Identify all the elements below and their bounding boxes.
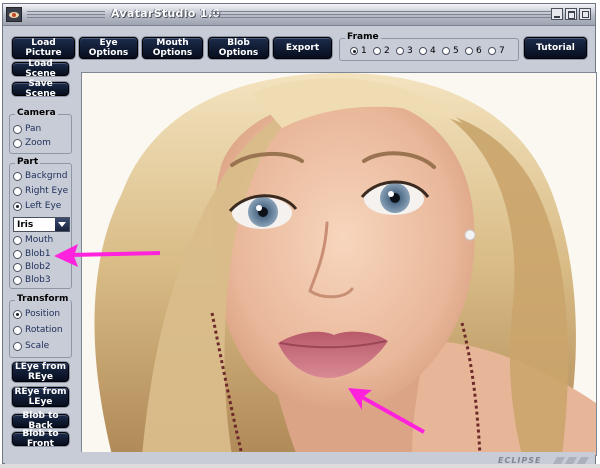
radio-button-icon[interactable] [373,47,381,55]
load-picture-button[interactable]: Load Picture [12,37,75,59]
export-button[interactable]: Export [273,37,332,59]
radio-button-icon[interactable] [13,186,22,196]
window-title: AvatarStudio 1.0 [111,7,221,20]
image-canvas[interactable] [81,72,597,456]
camera-pan-radio[interactable]: Pan [13,124,41,134]
radio-label: Rotation [25,325,63,335]
radio-button-icon[interactable] [13,262,22,272]
frame-group-title: Frame [345,32,381,42]
background-strip [0,464,600,468]
radio-button-icon[interactable] [419,47,427,55]
radio-button-icon[interactable] [350,47,358,55]
part-mouth-radio[interactable]: Mouth [13,235,53,245]
blob-to-back-button[interactable]: Blob to Back [12,411,69,431]
radio-label: Blob2 [25,262,51,272]
part-right-eye-radio[interactable]: Right Eye [13,186,68,196]
radio-label: Backgrnd [25,171,68,181]
part-blob3-radio[interactable]: Blob3 [13,275,51,285]
restore-button[interactable] [579,8,591,20]
camera-zoom-radio[interactable]: Zoom [13,138,51,148]
radio-label: Blob3 [25,275,51,285]
frame-radio-4[interactable]: 4 [419,46,436,56]
radio-button-icon[interactable] [13,124,22,134]
frame-radio-7[interactable]: 7 [488,46,505,56]
mouth-options-button[interactable]: Mouth Options [142,37,203,59]
title-bar-grip [27,11,105,18]
radio-button-icon[interactable] [396,47,404,55]
radio-label: Blob1 [25,249,51,259]
radio-button-icon[interactable] [13,341,22,351]
frame-radio-1[interactable]: 1 [350,46,367,56]
radio-label: Left Eye [25,201,62,211]
frame-group: Frame 1 2 3 4 5 6 7 [339,32,519,61]
eye-part-dropdown[interactable]: Iris [13,217,70,232]
transform-scale-radio[interactable]: Scale [13,341,49,351]
chevron-down-icon[interactable] [55,218,69,231]
radio-label: Position [25,309,61,319]
radio-button-icon[interactable] [13,275,22,285]
radio-button-icon[interactable] [13,235,22,245]
radio-label: 2 [384,46,390,56]
radio-button-icon[interactable] [13,325,22,335]
part-blob1-radio[interactable]: Blob1 [13,249,51,259]
radio-label: 3 [407,46,413,56]
portrait-image [82,73,596,455]
radio-label: 1 [361,46,367,56]
minimize-button[interactable] [551,8,563,20]
transform-rotation-radio[interactable]: Rotation [13,325,63,335]
radio-button-icon[interactable] [13,138,22,148]
camera-group: Camera [9,108,72,154]
frame-radio-3[interactable]: 3 [396,46,413,56]
radio-label: Zoom [25,138,51,148]
radio-label: 5 [453,46,459,56]
radio-label: 7 [499,46,505,56]
frame-radio-5[interactable]: 5 [442,46,459,56]
app-window: AvatarStudio 1.0 Load Picture Eye Option… [2,3,597,465]
part-backgrnd-radio[interactable]: Backgrnd [13,171,68,181]
blob-to-front-button[interactable]: Blob to Front [12,429,69,449]
radio-button-icon[interactable] [442,47,450,55]
camera-group-title: Camera [15,108,58,118]
save-scene-button[interactable]: Save Scene [12,79,69,99]
blob-options-button[interactable]: Blob Options [208,37,269,59]
part-left-eye-radio[interactable]: Left Eye [13,201,61,211]
radio-label: 6 [476,46,482,56]
leye-from-reye-button[interactable]: LEye from REye [12,362,69,382]
title-bar-grip [211,11,551,18]
radio-button-icon[interactable] [13,171,22,181]
reye-from-leye-button[interactable]: REye from LEye [12,387,69,407]
eye-options-button[interactable]: Eye Options [79,37,138,59]
frame-radio-2[interactable]: 2 [373,46,390,56]
radio-button-icon[interactable] [488,47,496,55]
radio-label: 4 [430,46,436,56]
radio-button-icon[interactable] [13,201,22,211]
part-blob2-radio[interactable]: Blob2 [13,262,51,272]
tutorial-button[interactable]: Tutorial [524,37,587,59]
radio-button-icon[interactable] [13,249,22,259]
radio-label: Pan [25,124,42,134]
title-bar[interactable]: AvatarStudio 1.0 [3,4,595,26]
load-scene-button[interactable]: Load Scene [12,59,69,79]
frame-radio-6[interactable]: 6 [465,46,482,56]
radio-button-icon[interactable] [465,47,473,55]
radio-label: Right Eye [25,186,69,196]
maximize-button[interactable] [565,8,577,20]
dropdown-value: Iris [17,220,34,230]
radio-label: Mouth [25,235,54,245]
transform-group-title: Transform [15,294,71,304]
part-group-title: Part [15,157,41,167]
radio-button-icon[interactable] [13,309,22,319]
eye-icon[interactable] [6,7,22,22]
transform-position-radio[interactable]: Position [13,309,60,319]
radio-label: Scale [25,341,50,351]
